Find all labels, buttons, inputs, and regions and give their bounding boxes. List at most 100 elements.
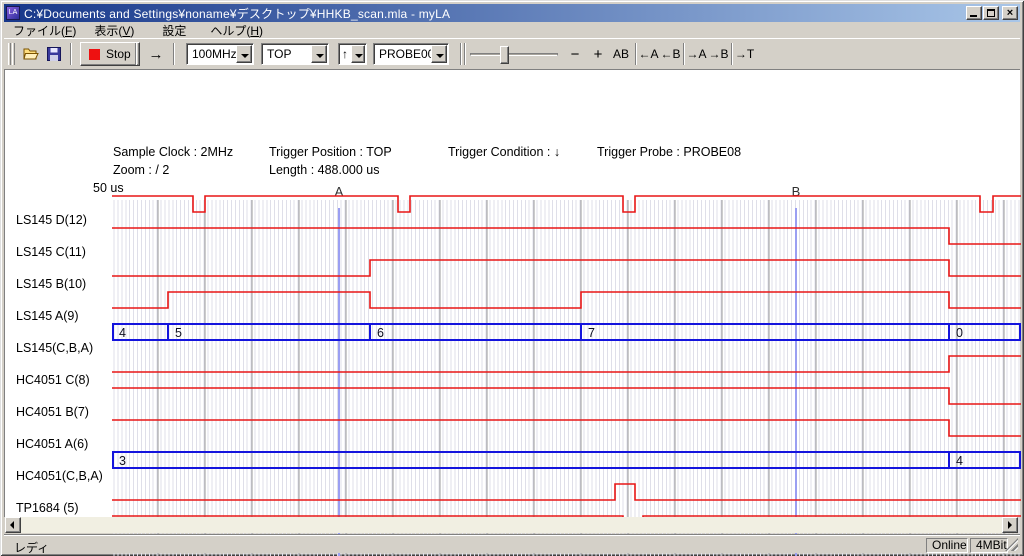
- sample-clock-info: Sample Clock : 2MHz: [113, 145, 233, 159]
- channel-label: HC4051 B(7): [16, 404, 89, 420]
- stop-button[interactable]: Stop: [80, 42, 140, 66]
- open-folder-icon: [22, 47, 39, 61]
- scroll-left-button[interactable]: [5, 517, 21, 533]
- trigger-probe-info: Trigger Probe : PROBE08: [597, 145, 741, 159]
- toolbar-separator: [70, 43, 72, 65]
- channel-label: LS145(C,B,A): [16, 340, 93, 356]
- single-run-button[interactable]: →: [142, 42, 170, 66]
- dropdown-button[interactable]: [431, 45, 447, 63]
- memory-status-badge: 4MBit: [970, 538, 1008, 553]
- zoom-slider-track[interactable]: [470, 53, 558, 56]
- chevron-down-icon: [355, 54, 363, 58]
- status-bar: レディ Online 4MBit: [4, 534, 1020, 553]
- trigger-probe-select[interactable]: PROBE00: [373, 43, 449, 65]
- online-status-badge: Online: [926, 538, 968, 553]
- toolbar-separator: [173, 43, 175, 65]
- dropdown-button[interactable]: [351, 45, 365, 63]
- channel-label: TP1684 (5): [16, 500, 79, 516]
- length-info: Length : 488.000 us: [269, 163, 380, 177]
- bus-trace: [113, 324, 1020, 340]
- zoom-out-button[interactable]: −: [564, 42, 586, 66]
- zoom-slider-thumb[interactable]: [500, 46, 509, 64]
- waveform-plot[interactable]: AB4567034: [112, 182, 1021, 556]
- chevron-down-icon: [316, 54, 324, 58]
- toolbar-separator: [683, 43, 685, 65]
- app-window: LA C:¥Documents and Settings¥noname¥デスクト…: [0, 0, 1024, 556]
- stop-icon: [89, 49, 100, 60]
- waveform-trace: [112, 196, 1021, 212]
- save-icon: [47, 47, 61, 61]
- waveform-trace: [112, 292, 1021, 308]
- channel-label: LS145 D(12): [16, 212, 87, 228]
- toolbar-gripper[interactable]: [12, 43, 15, 65]
- close-button[interactable]: ×: [1002, 6, 1018, 20]
- waveform-trace: [112, 484, 1021, 500]
- plus-icon: +: [594, 46, 603, 63]
- dropdown-button[interactable]: [311, 45, 327, 63]
- sample-clock-select[interactable]: 100MHz: [186, 43, 254, 65]
- channel-label: LS145 B(10): [16, 276, 86, 292]
- right-arrow-icon: →: [149, 46, 164, 63]
- chevron-down-icon: [241, 54, 249, 58]
- move-marker-b-button[interactable]: →B: [708, 42, 729, 66]
- menu-view[interactable]: 表示(V): [85, 21, 143, 40]
- toolbar-gripper[interactable]: [8, 43, 11, 65]
- toolbar-separator: [464, 43, 466, 65]
- bus-value: 0: [956, 326, 963, 340]
- toolbar-separator: [731, 43, 733, 65]
- bus-value: 7: [588, 326, 595, 340]
- bus-value: 6: [377, 326, 384, 340]
- trigger-edge-select[interactable]: ↑: [338, 43, 367, 65]
- title-bar[interactable]: LA C:¥Documents and Settings¥noname¥デスクト…: [4, 4, 1020, 22]
- waveform-trace: [112, 420, 1021, 436]
- toolbar-separator: [635, 43, 637, 65]
- goto-marker-a-button[interactable]: ←A: [638, 42, 659, 66]
- chevron-down-icon: [436, 54, 444, 58]
- menu-bar: ファイル(F) 表示(V) 設定 ヘルプ(H): [4, 22, 1020, 38]
- trigger-position-select[interactable]: TOP: [261, 43, 329, 65]
- toolbar: Stop → 100MHz TOP ↑ PROBE00 − + AB ←A ←: [4, 38, 1020, 69]
- waveform-trace: [112, 260, 1021, 276]
- status-message: レディ: [14, 539, 49, 556]
- bus-trace: [113, 452, 1020, 468]
- goto-trigger-button[interactable]: →T: [734, 42, 755, 66]
- bus-value: 4: [119, 326, 126, 340]
- open-button[interactable]: [18, 42, 42, 66]
- menu-help[interactable]: ヘルプ(H): [201, 21, 272, 40]
- menu-file[interactable]: ファイル(F): [4, 21, 85, 40]
- channel-label: HC4051 C(8): [16, 372, 90, 388]
- zoom-in-button[interactable]: +: [588, 42, 608, 66]
- maximize-icon: [987, 9, 995, 17]
- maximize-button[interactable]: [983, 6, 999, 20]
- channel-label: LS145 C(11): [16, 244, 86, 260]
- toolbar-separator: [135, 43, 137, 65]
- minus-icon: −: [571, 46, 580, 63]
- triangle-right-icon: [1008, 521, 1012, 529]
- save-button[interactable]: [42, 42, 66, 66]
- minimize-icon: [970, 15, 977, 17]
- ab-range-button[interactable]: AB: [609, 42, 633, 66]
- dropdown-button[interactable]: [236, 45, 252, 63]
- bus-value: 3: [119, 454, 126, 468]
- channel-label: HC4051(C,B,A): [16, 468, 103, 484]
- waveform-trace: [112, 228, 1021, 244]
- bus-value: 5: [175, 326, 182, 340]
- close-icon: ×: [1003, 7, 1017, 19]
- move-marker-a-button[interactable]: →A: [686, 42, 707, 66]
- trigger-condition-info: Trigger Condition : ↓: [448, 145, 560, 159]
- channel-label: LS145 A(9): [16, 308, 79, 324]
- waveform-trace: [112, 388, 1021, 404]
- waveform-trace: [112, 356, 1021, 372]
- minimize-button[interactable]: [966, 6, 982, 20]
- toolbar-separator: [460, 43, 462, 65]
- channel-label: HC4051 A(6): [16, 436, 88, 452]
- zoom-info: Zoom : / 2: [113, 163, 169, 177]
- window-title: C:¥Documents and Settings¥noname¥デスクトップ¥…: [24, 5, 450, 22]
- horizontal-scrollbar[interactable]: [5, 517, 1018, 533]
- menu-settings[interactable]: 設定: [153, 21, 195, 40]
- goto-marker-b-button[interactable]: ←B: [660, 42, 681, 66]
- trigger-position-info: Trigger Position : TOP: [269, 145, 392, 159]
- app-icon: LA: [6, 6, 20, 20]
- scroll-right-button[interactable]: [1002, 517, 1018, 533]
- bus-value: 4: [956, 454, 963, 468]
